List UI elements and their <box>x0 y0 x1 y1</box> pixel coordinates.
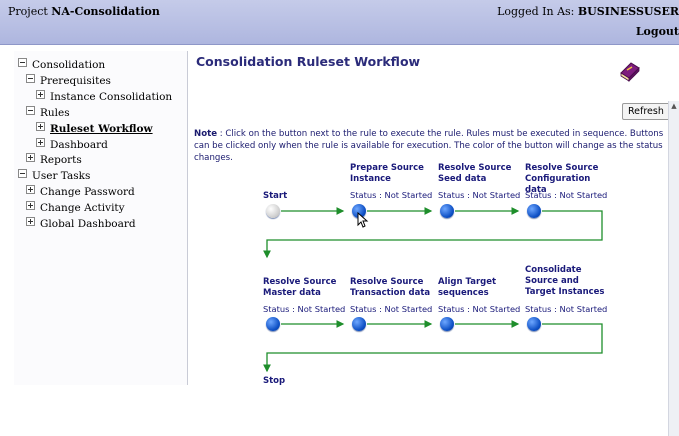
connector-line <box>263 323 603 373</box>
step-status: Status : Not Started <box>438 190 521 200</box>
note-label: Note <box>194 129 218 139</box>
logged-in-prefix: Logged In As: <box>497 5 575 18</box>
run-resolve-transaction-data-button[interactable] <box>352 317 366 331</box>
run-align-target-sequences-button[interactable] <box>440 317 454 331</box>
step-status: Status : Not Started <box>350 304 433 314</box>
start-node <box>266 204 280 218</box>
expand-icon[interactable] <box>26 185 35 194</box>
step-title: Align Target sequences <box>438 277 497 298</box>
step-status: Status : Not Started <box>438 304 521 314</box>
connector-line <box>263 210 603 259</box>
tree-item-change-password[interactable]: Change Password <box>26 185 135 198</box>
vertical-scrollbar[interactable]: ▲ <box>668 101 679 436</box>
main-content: Consolidation Ruleset Workflow Refresh N… <box>190 51 679 436</box>
step-status: Status : Not Started <box>350 190 433 200</box>
tree-item-rules[interactable]: Rules <box>26 106 70 119</box>
mouse-cursor-icon <box>357 212 369 228</box>
tree-item-change-activity[interactable]: Change Activity <box>26 201 125 214</box>
refresh-button[interactable]: Refresh <box>622 103 670 120</box>
tree-item-global-dashboard[interactable]: Global Dashboard <box>26 217 136 230</box>
user-name: BUSINESSUSER <box>577 5 679 18</box>
sidebar-tree: Consolidation Prerequisites Instance Con… <box>14 51 188 385</box>
run-resolve-seed-data-button[interactable] <box>440 204 454 218</box>
project-prefix: Project <box>8 5 48 18</box>
expand-icon[interactable] <box>26 217 35 226</box>
tree-item-prerequisites[interactable]: Prerequisites <box>26 74 111 87</box>
step-title: Resolve Source Seed data <box>438 163 512 184</box>
header-bar: Project NA-Consolidation Logged In As: B… <box>0 0 679 45</box>
collapse-icon[interactable] <box>18 58 27 67</box>
step-status: Status : Not Started <box>525 190 608 200</box>
expand-icon[interactable] <box>26 201 35 210</box>
expand-icon[interactable] <box>36 138 45 147</box>
step-title: Consolidate Source and Target Instances <box>525 265 605 297</box>
logged-in-label: Logged In As: BUSINESSUSER <box>497 5 679 18</box>
step-status: Status : Not Started <box>263 304 346 314</box>
expand-icon[interactable] <box>26 153 35 162</box>
step-status: Status : Not Started <box>525 304 608 314</box>
book-icon <box>620 62 640 82</box>
stop-label: Stop <box>263 376 286 386</box>
note-body: : Click on the button next to the rule t… <box>194 129 664 163</box>
collapse-icon[interactable] <box>26 106 35 115</box>
workflow-connectors <box>263 207 603 373</box>
tree-item-ruleset-workflow[interactable]: Ruleset Workflow <box>36 122 153 135</box>
collapse-icon[interactable] <box>26 74 35 83</box>
scroll-up-icon[interactable]: ▲ <box>670 102 678 110</box>
tree-item-reports[interactable]: Reports <box>26 153 82 166</box>
expand-icon[interactable] <box>36 122 45 131</box>
tree-item-instance-consolidation[interactable]: Instance Consolidation <box>36 90 172 103</box>
step-title: Resolve Source Transaction data <box>350 277 431 298</box>
tree-item-dashboard[interactable]: Dashboard <box>36 138 108 151</box>
page-title: Consolidation Ruleset Workflow <box>196 54 421 69</box>
project-name: NA-Consolidation <box>51 5 160 18</box>
step-title: Prepare Source Instance <box>350 163 424 184</box>
run-consolidate-instances-button[interactable] <box>527 317 541 331</box>
collapse-icon[interactable] <box>18 169 27 178</box>
step-title: Resolve Source Master data <box>263 277 337 298</box>
note-text: Note : Click on the button next to the r… <box>194 128 668 164</box>
project-label: Project NA-Consolidation <box>8 5 160 18</box>
logout-link[interactable]: Logout <box>636 25 679 38</box>
run-resolve-master-data-button[interactable] <box>266 317 280 331</box>
run-resolve-configuration-data-button[interactable] <box>527 204 541 218</box>
tree-item-consolidation[interactable]: Consolidation <box>18 58 105 71</box>
start-label: Start <box>263 191 288 201</box>
expand-icon[interactable] <box>36 90 45 99</box>
tree-item-user-tasks[interactable]: User Tasks <box>18 169 90 182</box>
